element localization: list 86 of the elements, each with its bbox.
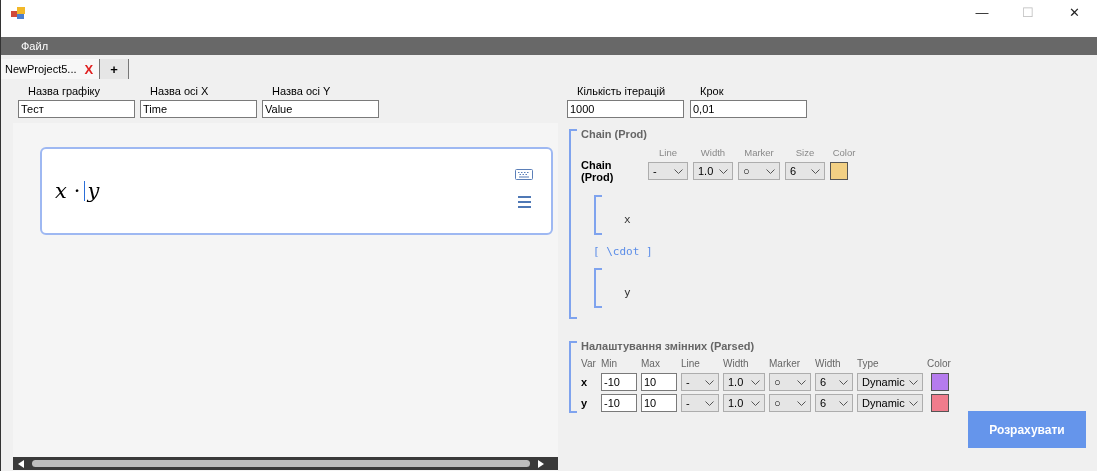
- size-dropdown[interactable]: 6: [815, 373, 853, 391]
- max-field[interactable]: 10: [641, 394, 677, 412]
- line-dropdown[interactable]: -: [681, 394, 719, 412]
- color-swatch[interactable]: [830, 162, 848, 180]
- color-swatch[interactable]: [931, 373, 949, 391]
- window-control-button[interactable]: —: [959, 0, 1005, 37]
- width-dropdown[interactable]: 1.0: [723, 373, 765, 391]
- column-header: Marker: [769, 358, 802, 370]
- chevron-icon: [909, 400, 918, 406]
- column-header: Marker: [743, 147, 775, 158]
- field-label: Кількість ітерацій: [576, 85, 667, 99]
- text-field[interactable]: 1000: [567, 100, 684, 118]
- project-tab[interactable]: NewProject5... X: [1, 59, 101, 79]
- marker-dropdown[interactable]: ○: [769, 394, 811, 412]
- text-field[interactable]: 0,01: [690, 100, 807, 118]
- type-dropdown[interactable]: Dynamic: [857, 373, 923, 391]
- column-header: Color: [831, 147, 857, 158]
- chevron-icon: [909, 379, 918, 385]
- chevron-icon: [674, 168, 683, 174]
- size-dropdown[interactable]: 6: [815, 394, 853, 412]
- scroll-left-icon[interactable]: [18, 459, 24, 468]
- text-cursor: [83, 181, 85, 201]
- min-field[interactable]: -10: [601, 373, 637, 391]
- math-variable: x: [55, 179, 67, 203]
- max-field[interactable]: 10: [641, 373, 677, 391]
- field-label: Назва осі X: [149, 85, 210, 99]
- size-dropdown[interactable]: 6: [785, 162, 825, 180]
- field-label: Назва осі Y: [271, 85, 332, 99]
- width-dropdown[interactable]: 1.0: [693, 162, 733, 180]
- marker-dropdown[interactable]: ○: [738, 162, 780, 180]
- group-title: Chain (Prod): [581, 128, 648, 140]
- text-field[interactable]: Тест: [18, 100, 135, 118]
- chain-name: Chain (Prod): [581, 159, 615, 183]
- chevron-icon: [797, 400, 806, 406]
- column-header: Min: [601, 358, 619, 370]
- text-field[interactable]: Value: [262, 100, 379, 118]
- chevron-icon: [839, 400, 848, 406]
- column-header: Var: [581, 358, 597, 370]
- project-tab[interactable]: +: [100, 59, 129, 79]
- scroll-thumb[interactable]: [32, 460, 530, 467]
- chevron-icon: [705, 400, 714, 406]
- chevron-icon: [719, 168, 728, 174]
- field-label: Крок: [699, 85, 725, 99]
- tab-label[interactable]: +: [110, 61, 118, 77]
- column-header: Max: [641, 358, 661, 370]
- type-dropdown[interactable]: Dynamic: [857, 394, 923, 412]
- node-text: y: [624, 285, 631, 299]
- column-header: Line: [658, 147, 678, 158]
- group-title: Налаштування змінних (Parsed): [581, 340, 756, 352]
- math-variable: y: [87, 179, 100, 203]
- scroll-right-icon[interactable]: [538, 459, 544, 468]
- column-header: Width: [699, 147, 727, 158]
- field-label: Назва графіку: [27, 85, 102, 99]
- width-dropdown[interactable]: 1.0: [723, 394, 765, 412]
- chevron-icon: [811, 168, 820, 174]
- text-field[interactable]: Time: [140, 100, 257, 118]
- formula-editor[interactable]: x · y: [40, 147, 553, 235]
- chevron-icon: [751, 400, 760, 406]
- horizontal-scrollbar[interactable]: [13, 457, 558, 470]
- column-header: Size: [794, 147, 816, 158]
- node-text: x: [624, 212, 631, 226]
- line-dropdown[interactable]: -: [681, 373, 719, 391]
- keyboard-icon[interactable]: [515, 168, 533, 180]
- column-header: Width: [815, 358, 842, 370]
- menu-item[interactable]: Файл: [13, 40, 57, 52]
- window-control-button[interactable]: ✕: [1051, 0, 1097, 37]
- chevron-icon: [705, 379, 714, 385]
- math-operator: ·: [73, 179, 81, 203]
- marker-dropdown[interactable]: ○: [769, 373, 811, 391]
- chevron-icon: [751, 379, 760, 385]
- app-icon: [11, 6, 25, 19]
- column-header: Width: [723, 358, 750, 370]
- color-swatch[interactable]: [931, 394, 949, 412]
- line-dropdown[interactable]: -: [648, 162, 688, 180]
- close-tab-button[interactable]: X: [84, 61, 94, 77]
- variable-name: x: [581, 376, 589, 388]
- tab-label[interactable]: NewProject5...: [5, 63, 77, 75]
- chevron-icon: [797, 379, 806, 385]
- column-header: Type: [857, 358, 880, 370]
- min-field[interactable]: -10: [601, 394, 637, 412]
- column-header: Line: [681, 358, 701, 370]
- operator-token: [ \cdot ]: [593, 245, 654, 258]
- chevron-icon: [766, 168, 775, 174]
- chevron-icon: [839, 379, 848, 385]
- variable-name: y: [581, 397, 589, 409]
- menu-icon[interactable]: [517, 195, 531, 208]
